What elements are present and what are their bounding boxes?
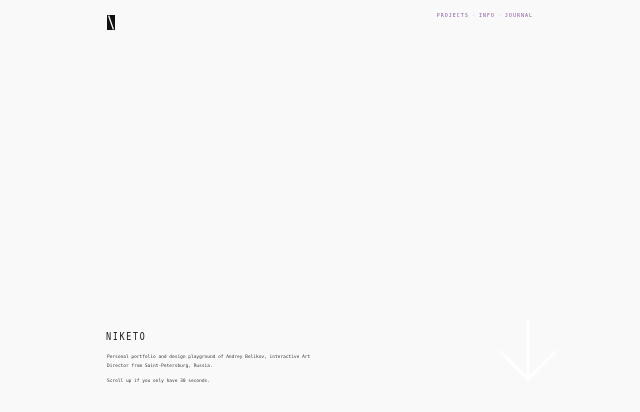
nav-separator: ·: [497, 13, 502, 19]
brand-title: NIKETO: [106, 330, 147, 343]
nav-projects-link[interactable]: PROJECTS: [437, 13, 469, 19]
nav-info-link[interactable]: INFO: [479, 13, 495, 19]
top-nav: PROJECTS · INFO · JOURNAL: [437, 13, 533, 19]
niketo-logo-icon[interactable]: [107, 15, 115, 30]
nav-separator: ·: [471, 13, 476, 19]
arrow-down-icon[interactable]: [497, 320, 559, 382]
bio-text: Personal portfolio and design playground…: [107, 355, 311, 369]
nav-journal-link[interactable]: JOURNAL: [505, 13, 533, 19]
scroll-tip: Scroll up if you only have 30 seconds.: [107, 379, 210, 384]
